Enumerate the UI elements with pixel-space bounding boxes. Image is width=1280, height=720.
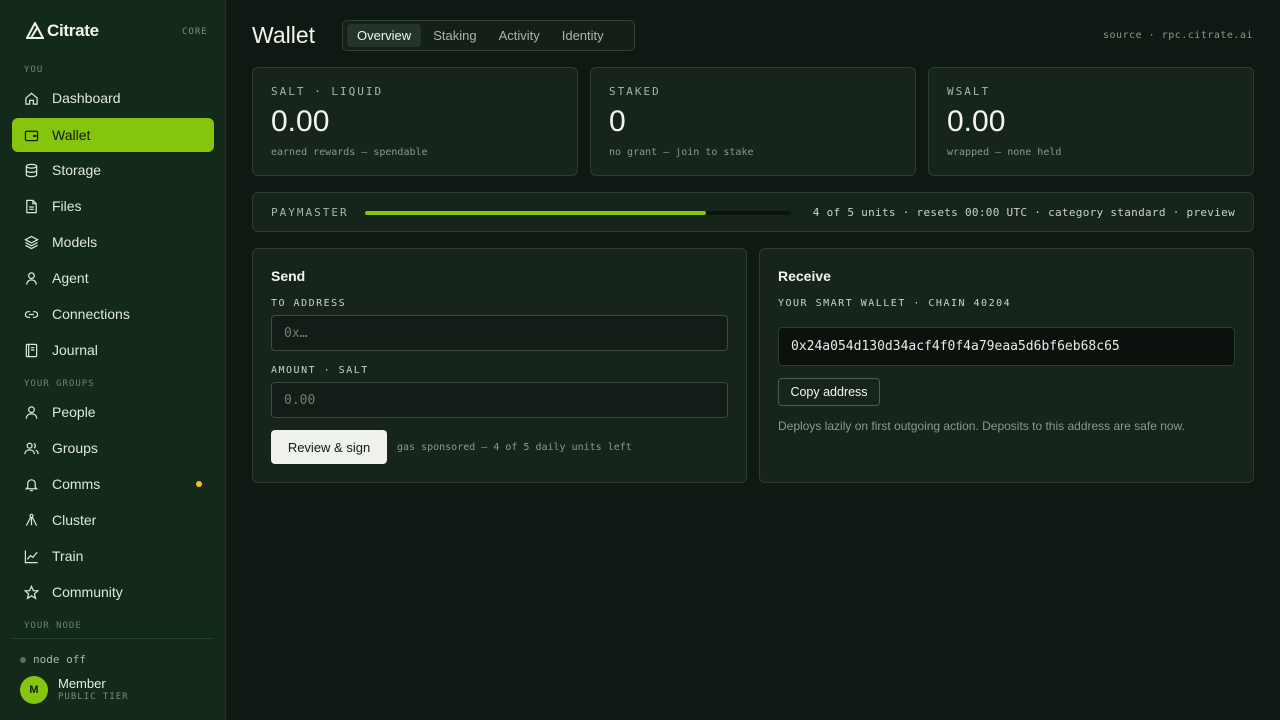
section-label-you: YOU [24,65,44,75]
sidebar-item-label: Storage [52,162,102,178]
stat-label: STAKED [609,85,661,98]
section-label-groups: YOUR GROUPS [24,379,95,389]
tab-identity[interactable]: Identity [552,24,614,47]
link-icon [24,310,39,318]
layers-icon [24,235,39,249]
amount-label: AMOUNT · SALT [271,365,369,376]
sidebar-item-agent[interactable]: Agent [12,261,214,295]
sidebar-item-connections[interactable]: Connections [12,297,214,331]
home-icon [25,92,38,105]
sidebar-item-label: Dashboard [52,90,121,106]
stat-card-salt-liquid: SALT · LIQUID 0.00 earned rewards — spen… [252,67,578,176]
sidebar-item-wallet[interactable]: Wallet [12,118,214,152]
review-sign-button[interactable]: Review & sign [271,430,387,464]
receive-title: Receive [778,268,831,284]
tab-overview[interactable]: Overview [347,24,422,47]
tab-staking[interactable]: Staking [423,24,486,47]
node-status-dot [20,656,26,663]
sidebar-item-label: Comms [52,476,101,492]
tab-activity[interactable]: Activity [489,24,550,47]
wallet-address[interactable]: 0x24a054d130d34acf4f0f4a79eaa5d6bf6eb68c… [778,327,1235,366]
send-title: Send [271,268,306,284]
sidebar-item-label: Groups [52,440,98,456]
page-title: Wallet [252,22,316,48]
sidebar-item-journal[interactable]: Journal [12,333,214,367]
avatar[interactable]: M [20,676,48,704]
amount-input[interactable] [271,382,728,418]
sidebar-item-label: People [52,404,96,420]
citrate-logo-icon [26,22,44,39]
sidebar: Citrate CORE YOU Dashboard Wallet Storag… [0,0,226,720]
sidebar-item-files[interactable]: Files [12,189,214,223]
tab-bar: Overview Staking Activity Identity [342,20,635,51]
stat-label: WSALT [947,85,991,98]
sidebar-item-dashboard[interactable]: Dashboard [12,81,214,115]
person-icon [25,405,38,419]
wallet-icon [24,130,39,141]
sidebar-item-comms[interactable]: Comms [12,467,214,501]
section-label-node: YOUR NODE [24,621,82,631]
paymaster-label: PAYMASTER [271,206,349,219]
paymaster-bar: PAYMASTER 4 of 5 units · resets 00:00 UT… [252,192,1254,232]
sidebar-item-label: Cluster [52,512,97,528]
stat-subtext: no grant — join to stake [609,147,754,158]
stat-card-wsalt: WSALT 0.00 wrapped — none held [928,67,1254,176]
sidebar-item-train[interactable]: Train [12,539,214,573]
send-panel: Send TO ADDRESS AMOUNT · SALT Review & s… [252,248,747,483]
star-icon [24,584,39,600]
gas-note: gas sponsored — 4 of 5 daily units left [397,442,632,453]
stat-card-staked: STAKED 0 no grant — join to stake [590,67,916,176]
sidebar-item-people[interactable]: People [12,395,214,429]
notification-dot [196,481,202,487]
user-name: Member [58,676,106,691]
sidebar-item-label: Train [52,548,84,564]
sidebar-divider [12,638,214,639]
cluster-icon [25,513,38,526]
node-status: node off [20,653,86,666]
sidebar-item-storage[interactable]: Storage [12,153,214,187]
sidebar-item-groups[interactable]: Groups [12,431,214,465]
paymaster-progress-track [365,211,791,215]
brand-logo[interactable]: Citrate [26,20,99,42]
deploy-note: Deploys lazily on first outgoing action.… [778,419,1185,433]
to-address-label: TO ADDRESS [271,298,347,309]
sidebar-item-community[interactable]: Community [12,575,214,609]
chart-icon [24,549,38,563]
sidebar-item-label: Models [52,234,98,250]
stat-label: SALT · LIQUID [271,85,384,98]
sidebar-item-label: Community [52,584,123,600]
sidebar-item-label: Wallet [52,127,91,143]
sidebar-item-label: Connections [52,306,130,322]
sidebar-item-label: Files [52,198,82,214]
stat-value: 0.00 [271,105,330,138]
stat-value: 0 [609,105,626,138]
to-address-input[interactable] [271,315,728,351]
stat-value: 0.00 [947,105,1006,138]
stat-subtext: wrapped — none held [947,147,1062,158]
agent-icon [26,271,37,285]
copy-address-button[interactable]: Copy address [778,378,880,406]
sidebar-item-label: Agent [52,270,89,286]
smart-wallet-label: YOUR SMART WALLET · CHAIN 40204 [778,298,1012,309]
sidebar-item-label: Journal [52,342,98,358]
journal-icon [25,343,38,357]
rpc-source: source · rpc.citrate.ai [1103,30,1253,41]
brand-name: Citrate [47,21,99,40]
brand-tag: CORE [182,27,208,37]
sidebar-item-cluster[interactable]: Cluster [12,503,214,537]
users-icon [24,442,39,454]
user-tier: PUBLIC TIER [58,692,129,702]
stat-subtext: earned rewards — spendable [271,147,428,158]
file-icon [26,199,37,213]
database-icon [25,163,38,177]
paymaster-progress-fill [365,211,706,215]
sidebar-item-models[interactable]: Models [12,225,214,259]
receive-panel: Receive YOUR SMART WALLET · CHAIN 40204 … [759,248,1254,483]
node-status-text: node off [33,653,86,666]
bell-icon [24,478,39,491]
paymaster-status: 4 of 5 units · resets 00:00 UTC · catego… [812,206,1235,219]
